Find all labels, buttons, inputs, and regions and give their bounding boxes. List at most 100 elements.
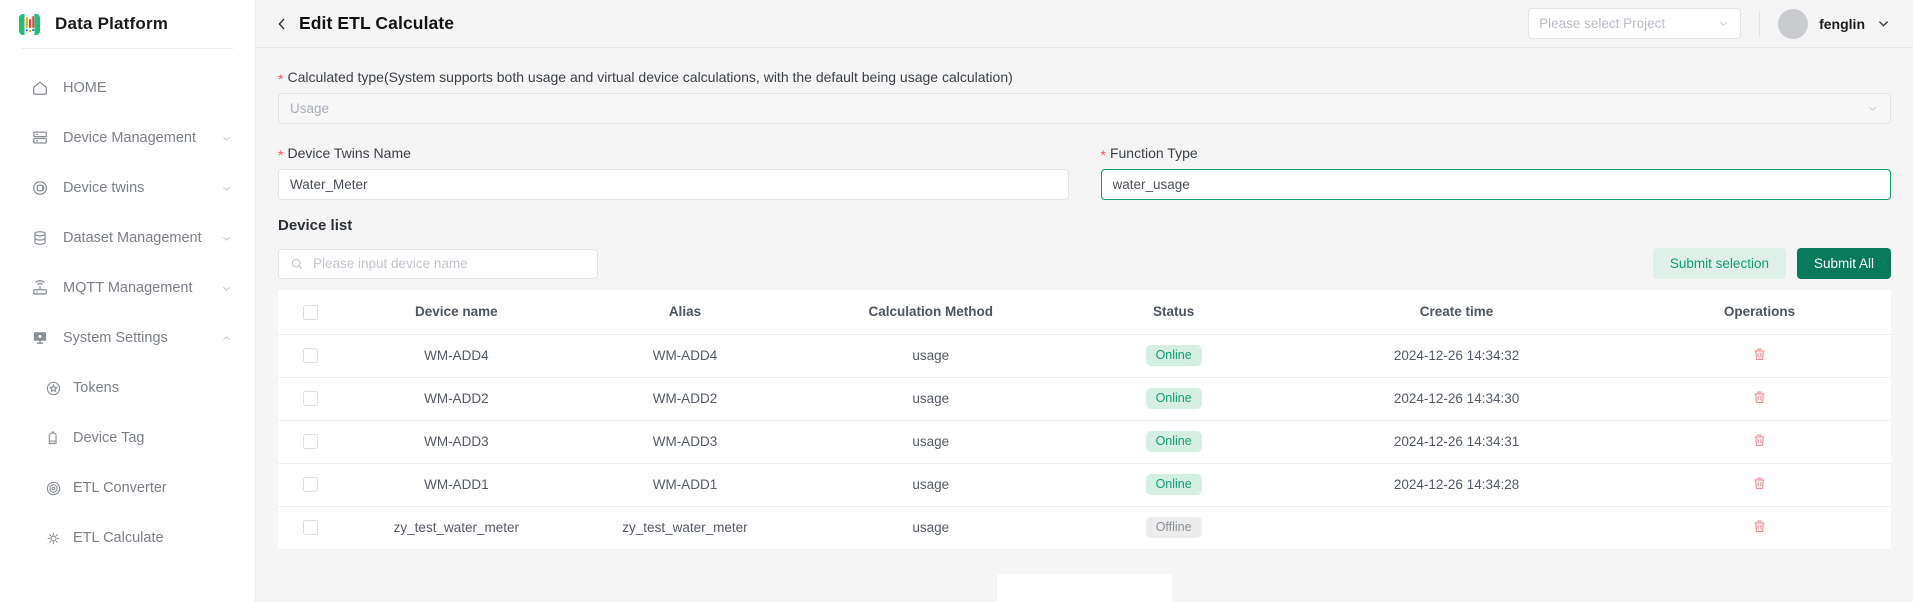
status-badge: Online [1145,430,1202,453]
topbar: Edit ETL Calculate Please select Project… [256,0,1913,48]
cell-operations [1628,377,1891,421]
topbar-right: Please select Project fenglin [1528,8,1891,39]
sidebar-item-mqtt-management[interactable]: MQTT Management [0,263,255,313]
function-type-input[interactable] [1112,177,1879,192]
submit-all-button[interactable]: Submit All [1796,248,1891,279]
cell-device-name: zy_test_water_meter [342,506,571,550]
search-input[interactable] [313,256,586,271]
cell-alias: WM-ADD2 [570,377,800,421]
cell-alias: zy_test_water_meter [570,506,800,550]
project-select[interactable]: Please select Project [1528,8,1742,39]
row-checkbox[interactable] [302,520,318,536]
search-icon [290,257,304,271]
function-type-label: Function Type [1109,145,1198,161]
select-all-header [278,290,343,335]
cell-create-time: 2024-12-26 14:34:28 [1285,463,1629,507]
cell-calculation-method: usage [799,420,1063,464]
chevron-down-icon [1866,102,1879,115]
calculated-type-value: Usage [290,101,330,116]
row-checkbox[interactable] [302,391,318,407]
sidebar-item-home[interactable]: HOME [0,63,255,113]
column-header-alias: Alias [570,290,800,335]
sidebar-item-dataset-management[interactable]: Dataset Management [0,213,255,263]
sidebar-item-device-management[interactable]: Device Management [0,113,255,163]
cell-status: Online [1062,420,1286,464]
calculated-type-select[interactable]: Usage [278,93,1891,124]
cell-create-time: 2024-12-26 14:34:32 [1285,334,1629,378]
cell-calculation-method: usage [799,506,1063,550]
monitor-icon [30,328,50,348]
delete-icon[interactable] [1752,476,1767,491]
row-checkbox[interactable] [302,348,318,364]
cell-alias: WM-ADD1 [570,463,800,507]
table-row[interactable]: WM-ADD3 WM-ADD3 usage Online 2024-12-26 … [278,420,1891,464]
sidebar-item-system-settings[interactable]: System Settings [0,313,255,363]
function-type-label-row: * Function Type [1101,124,1892,169]
row-checkbox[interactable] [302,434,318,450]
device-list-title: Device list [278,217,353,234]
cell-calculation-method: usage [799,463,1063,507]
token-star-icon [44,379,62,397]
function-type-field[interactable] [1100,169,1891,200]
bottom-action-panel [256,574,1913,602]
sidebar-item-device-twins[interactable]: Device twins [0,163,255,213]
content-area: * Calculated type(System supports both u… [256,48,1913,602]
brand-name: Data Platform [55,14,169,33]
user-menu[interactable]: fenglin [1778,8,1891,39]
delete-icon[interactable] [1752,519,1767,534]
submit-selection-button[interactable]: Submit selection [1652,248,1786,279]
cell-create-time: 2024-12-26 14:34:30 [1285,377,1629,421]
column-header-calculation-method: Calculation Method [799,290,1063,335]
delete-icon[interactable] [1752,347,1767,362]
cell-status: Online [1062,334,1286,378]
cell-status: Online [1062,463,1286,507]
table-row[interactable]: WM-ADD1 WM-ADD1 usage Online 2024-12-26 … [278,463,1891,507]
calculated-type-label: Calculated type(System supports both usa… [287,69,1013,85]
cell-alias: WM-ADD3 [570,420,800,464]
chevron-up-icon [220,332,233,345]
router-icon [30,278,50,298]
device-twins-name-group: * Device Twins Name [278,124,1069,200]
sidebar-item-device-tag[interactable]: Device Tag [0,413,255,463]
cell-status: Offline [1062,506,1286,550]
cell-calculation-method: usage [799,334,1063,378]
server-icon [30,128,50,148]
sidebar-item-label: HOME [63,80,107,96]
table-row[interactable]: WM-ADD2 WM-ADD2 usage Online 2024-12-26 … [278,377,1891,421]
device-twins-name-input[interactable] [290,177,1057,192]
tag-icon [44,429,62,447]
status-badge: Online [1145,344,1202,367]
select-all-checkbox[interactable] [302,304,318,320]
chevron-down-icon [220,232,233,245]
sidebar-item-label: ETL Converter [73,480,167,496]
user-name: fenglin [1819,15,1865,32]
delete-icon[interactable] [1752,390,1767,405]
sidebar-item-label: Dataset Management [63,230,202,246]
page-title: Edit ETL Calculate [299,13,455,33]
table-row[interactable]: WM-ADD4 WM-ADD4 usage Online 2024-12-26 … [278,334,1891,378]
search-box[interactable] [278,248,598,279]
brand[interactable]: Data Platform [0,0,255,48]
sidebar-item-label: Tokens [73,380,119,396]
sidebar-item-etl-converter[interactable]: ETL Converter [0,463,255,513]
converter-icon [44,479,62,497]
chevron-down-icon [220,182,233,195]
sidebar-item-label: ETL Calculate [73,530,164,546]
cell-device-name: WM-ADD1 [342,463,571,507]
table-row[interactable]: zy_test_water_meter zy_test_water_meter … [278,506,1891,550]
required-marker: * [278,71,284,87]
sidebar-item-tokens[interactable]: Tokens [0,363,255,413]
device-table-body: WM-ADD4 WM-ADD4 usage Online 2024-12-26 … [278,334,1891,550]
row-select-cell [278,506,343,550]
row-checkbox[interactable] [302,477,318,493]
cell-operations [1628,334,1891,378]
chevron-left-icon[interactable] [274,16,290,32]
delete-icon[interactable] [1752,433,1767,448]
required-marker: * [1100,147,1106,163]
column-header-operations: Operations [1628,290,1891,335]
device-twins-name-field[interactable] [278,169,1069,200]
sidebar-nav: HOME Device Management Device twins Data… [0,49,255,563]
sidebar-item-etl-calculate[interactable]: ETL Calculate [0,513,255,563]
cell-operations [1628,463,1891,507]
cell-create-time [1285,506,1629,550]
